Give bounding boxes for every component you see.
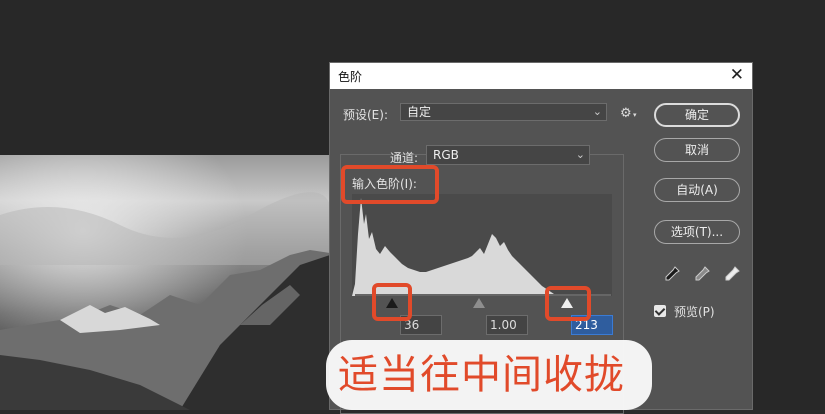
annotation-caption: 适当往中间收拢 bbox=[338, 352, 625, 398]
cancel-button[interactable]: 取消 bbox=[654, 138, 740, 162]
ok-button[interactable]: 确定 bbox=[654, 103, 740, 127]
channel-label: 通道: bbox=[390, 151, 419, 165]
preset-value: 自定 bbox=[407, 105, 432, 119]
black-slider-highlight bbox=[372, 283, 412, 321]
white-eyedropper-icon[interactable] bbox=[724, 266, 740, 282]
preset-select[interactable]: 自定 ⌄ bbox=[400, 103, 607, 121]
preset-label: 预设(E): bbox=[343, 108, 388, 122]
chevron-down-icon: ⌄ bbox=[592, 105, 602, 118]
input-gamma-field[interactable]: 1.00 bbox=[486, 315, 528, 335]
options-button[interactable]: 选项(T)... bbox=[654, 220, 740, 244]
gamma-slider[interactable] bbox=[473, 298, 485, 308]
dialog-titlebar: 色阶 ✕ bbox=[330, 63, 752, 89]
channel-select[interactable]: RGB ⌄ bbox=[426, 145, 590, 165]
close-icon[interactable]: ✕ bbox=[730, 65, 744, 85]
gear-icon[interactable]: ⚙ bbox=[620, 106, 632, 121]
input-levels-highlight bbox=[341, 165, 439, 204]
preview-checkbox[interactable] bbox=[654, 305, 666, 317]
mountain-photo bbox=[0, 155, 330, 410]
histogram bbox=[352, 194, 612, 296]
channel-value: RGB bbox=[433, 148, 459, 162]
white-slider-highlight bbox=[545, 286, 591, 321]
preview-label: 预览(P) bbox=[674, 305, 715, 319]
gray-eyedropper-icon[interactable] bbox=[694, 266, 710, 282]
auto-button[interactable]: 自动(A) bbox=[654, 178, 740, 202]
black-eyedropper-icon[interactable] bbox=[664, 266, 680, 282]
gear-dropdown-icon: ▾ bbox=[633, 111, 637, 119]
chevron-down-icon: ⌄ bbox=[575, 148, 585, 161]
dialog-title: 色阶 bbox=[338, 70, 363, 84]
